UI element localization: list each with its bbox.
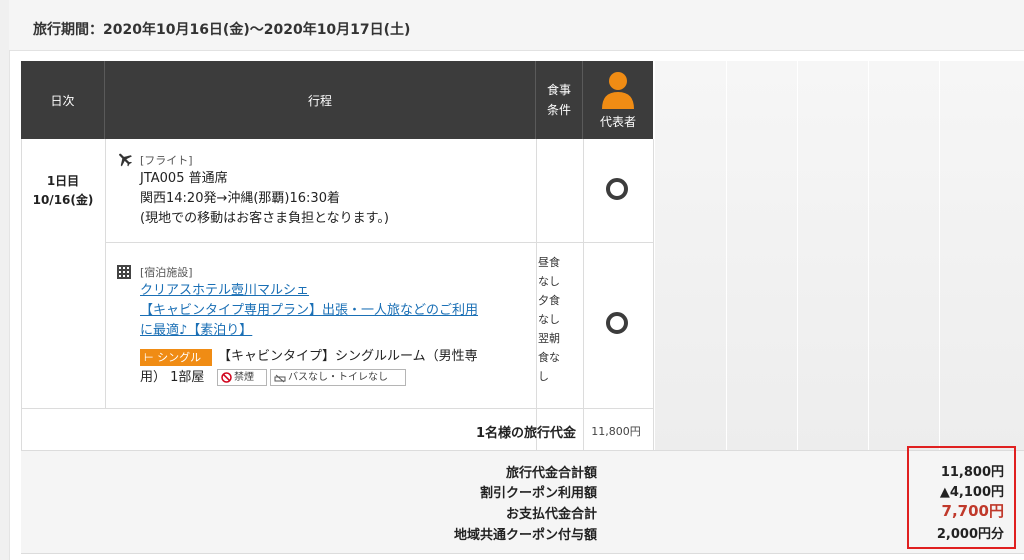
bath-icon	[274, 374, 286, 382]
per-person-total-value: 11,800円	[591, 425, 641, 438]
per-person-total-label: 1名様の旅行代金	[475, 426, 576, 441]
header-itinerary-label: 行程	[307, 93, 332, 108]
participation-circle-flight	[606, 178, 628, 200]
bath-toilet-label: バスなし・トイレなし	[288, 372, 388, 383]
summary-label-total: 旅行代金合計額	[505, 466, 597, 481]
day-cell: 1日目 10/16(金)	[21, 172, 105, 210]
day-date: 10/16(金)	[32, 193, 94, 207]
meal-line: なし	[538, 275, 560, 288]
meal-line: 昼食	[538, 256, 560, 269]
day-number: 1日目	[46, 174, 80, 188]
airplane-icon	[119, 153, 132, 167]
col-divider	[653, 139, 654, 450]
header-traveler: 代表者	[583, 61, 653, 139]
participation-circle-hotel	[606, 312, 628, 334]
col-divider	[536, 139, 537, 450]
no-smoking-label: 禁煙	[234, 372, 254, 383]
header-itinerary: 行程	[105, 61, 536, 139]
header-traveler-label: 代表者	[599, 114, 636, 129]
empty-traveler-column	[654, 61, 726, 450]
hotel-tag: [宿泊施設]	[140, 266, 193, 279]
summary-label-regional-coupon: 地域共通クーポン付与額	[453, 528, 597, 543]
hotel-plan-line1[interactable]: 【キャビンタイプ専用プラン】出張・一人旅などのご利用	[140, 301, 478, 321]
header-day-label: 日次	[50, 93, 75, 108]
travel-period-bar: 旅行期間：2020年10月16日(金)〜2020年10月17日(土)	[9, 0, 1024, 51]
flight-note: (現地での移動はお客さま負担となります。)	[140, 211, 389, 226]
flight-tag: [フライト]	[140, 154, 193, 167]
empty-traveler-column	[797, 61, 868, 450]
summary-label-coupon-discount: 割引クーポン利用額	[479, 486, 597, 501]
col-divider	[105, 139, 106, 408]
single-room-badge: ⊢ シングル	[140, 349, 212, 366]
flight-route: 関西14:20発→沖縄(那覇)16:30着	[140, 191, 340, 206]
bed-icon: ⊢	[144, 351, 158, 364]
building-icon	[117, 265, 131, 279]
row-divider	[21, 408, 653, 409]
meal-line: し	[538, 370, 549, 383]
no-smoking-chip: 禁煙	[217, 369, 267, 386]
meal-line: 翌朝	[538, 332, 560, 345]
header-meal-label-2: 条件	[546, 103, 571, 117]
empty-traveler-column	[939, 61, 1024, 450]
person-icon	[602, 71, 634, 109]
meal-line: 夕食	[538, 294, 560, 307]
highlight-box	[907, 446, 1016, 549]
travel-period-text: 旅行期間：2020年10月16日(金)〜2020年10月17日(土)	[33, 22, 411, 38]
hotel-plan-link[interactable]: クリアスホテル壺川マルシェ 【キャビンタイプ専用プラン】出張・一人旅などのご利用…	[140, 281, 478, 341]
meal-conditions: 昼食 なし 夕食 なし 翌朝 食な し	[538, 253, 580, 386]
single-room-badge-label: シングル	[157, 351, 202, 364]
bottom-divider	[21, 553, 1024, 554]
left-frame-edge	[0, 0, 10, 560]
meal-line: 食な	[538, 351, 560, 364]
no-smoking-icon	[221, 372, 232, 383]
room-description-line2: 用） 1部屋	[140, 370, 205, 385]
room-description-line1: 【キャビンタイプ】シングルルーム（男性専	[218, 349, 478, 364]
empty-traveler-column	[868, 61, 939, 450]
header-day: 日次	[21, 61, 105, 139]
header-meal: 食事 条件	[536, 61, 583, 139]
flight-number: JTA005 普通席	[140, 171, 228, 186]
empty-traveler-column	[726, 61, 797, 450]
col-divider	[583, 139, 584, 450]
summary-label-payment: お支払代金合計	[505, 507, 597, 522]
hotel-name[interactable]: クリアスホテル壺川マルシェ	[140, 281, 478, 301]
hotel-plan-line2[interactable]: に最適♪【素泊り】	[140, 321, 478, 341]
row-divider	[105, 242, 653, 243]
bath-toilet-chip: バスなし・トイレなし	[270, 369, 406, 386]
header-meal-label-1: 食事	[546, 83, 571, 97]
price-summary: 旅行代金合計額 割引クーポン利用額 お支払代金合計 地域共通クーポン付与額	[21, 450, 1024, 554]
meal-line: なし	[538, 313, 560, 326]
